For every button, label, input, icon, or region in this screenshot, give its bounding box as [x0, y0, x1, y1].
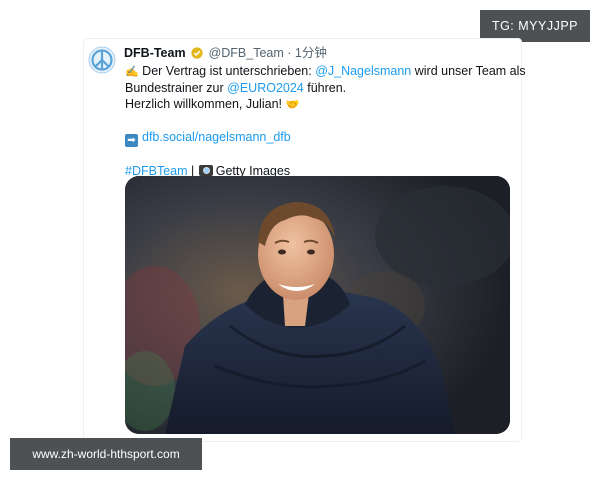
tweet-header: DFB-Team @DFB_Team · 1分钟: [124, 46, 327, 61]
peace-logo-icon: [88, 46, 116, 74]
handshake-emoji: 🤝: [285, 99, 300, 111]
line1-text: Der Vertrag ist unterschrieben:: [138, 64, 316, 78]
tweet-line-3: Herzlich willkommen, Julian! 🤝: [125, 96, 510, 113]
tweet-link[interactable]: dfb.social/nagelsmann_dfb: [142, 130, 291, 144]
line1-rest: wird unser Team als: [411, 64, 526, 78]
timestamp[interactable]: 1分钟: [295, 46, 327, 60]
mention-nagelsmann[interactable]: @J_Nagelsmann: [315, 64, 411, 78]
mention-euro2024[interactable]: @EURO2024: [227, 81, 304, 95]
author-name[interactable]: DFB-Team: [124, 46, 186, 60]
line2-text: Bundestrainer zur: [125, 81, 228, 95]
author-handle[interactable]: @DFB_Team: [209, 46, 284, 60]
tweet-line-1: ✍ Der Vertrag ist unterschrieben: @J_Nag…: [125, 63, 526, 80]
avatar[interactable]: [88, 46, 116, 74]
watermark-site: www.zh-world-hthsport.com: [10, 438, 202, 470]
verified-badge-icon: [191, 47, 203, 59]
line3-text: Herzlich willkommen, Julian!: [125, 97, 286, 111]
tweet-photo[interactable]: [125, 176, 510, 434]
tweet-line-2: Bundestrainer zur @EURO2024 führen.: [125, 80, 510, 96]
header-separator: ·: [287, 46, 292, 60]
line2-rest: führen.: [303, 81, 347, 95]
tweet-text: ✍ Der Vertrag ist unterschrieben: @J_Nag…: [125, 63, 526, 179]
photo-illustration: [125, 176, 510, 434]
tweet-link-line: ➡ dfb.social/nagelsmann_dfb: [125, 129, 510, 147]
writing-hand-emoji: ✍: [125, 66, 139, 78]
camera-emoji: [198, 165, 213, 176]
right-arrow-emoji: ➡: [125, 134, 138, 147]
